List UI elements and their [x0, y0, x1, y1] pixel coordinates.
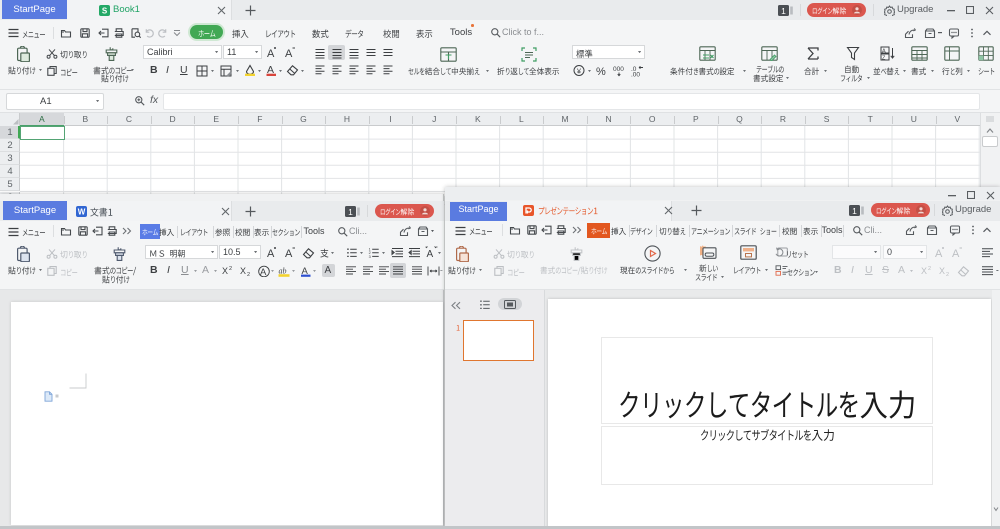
svg-text:S: S: [102, 6, 108, 15]
svg-text:W: W: [78, 207, 86, 216]
svg-text:X: X: [921, 266, 927, 276]
svg-text:¥: ¥: [577, 66, 582, 75]
svg-text:1: 1: [781, 5, 786, 15]
svg-text:2: 2: [247, 272, 250, 276]
svg-text:.00: .00: [631, 72, 640, 78]
svg-text:ab: ab: [279, 267, 287, 276]
svg-text:A: A: [267, 48, 275, 59]
svg-text:3: 3: [369, 255, 371, 259]
svg-text:X: X: [939, 266, 945, 276]
svg-text:A: A: [285, 248, 293, 259]
svg-text:A: A: [882, 48, 886, 54]
svg-text:1: 1: [348, 206, 353, 216]
svg-text:%: %: [596, 66, 606, 77]
svg-text:1: 1: [852, 205, 857, 215]
svg-text:A: A: [952, 248, 960, 259]
svg-text:X: X: [240, 266, 246, 276]
svg-text:A: A: [427, 249, 434, 259]
svg-text:A: A: [267, 248, 275, 259]
svg-text:A: A: [935, 248, 943, 259]
svg-text:X: X: [222, 266, 228, 276]
svg-text:A: A: [285, 48, 293, 59]
svg-text:2: 2: [229, 266, 232, 272]
svg-text:2: 2: [946, 272, 949, 276]
svg-text:000: 000: [613, 66, 624, 73]
svg-text:2: 2: [928, 266, 931, 272]
